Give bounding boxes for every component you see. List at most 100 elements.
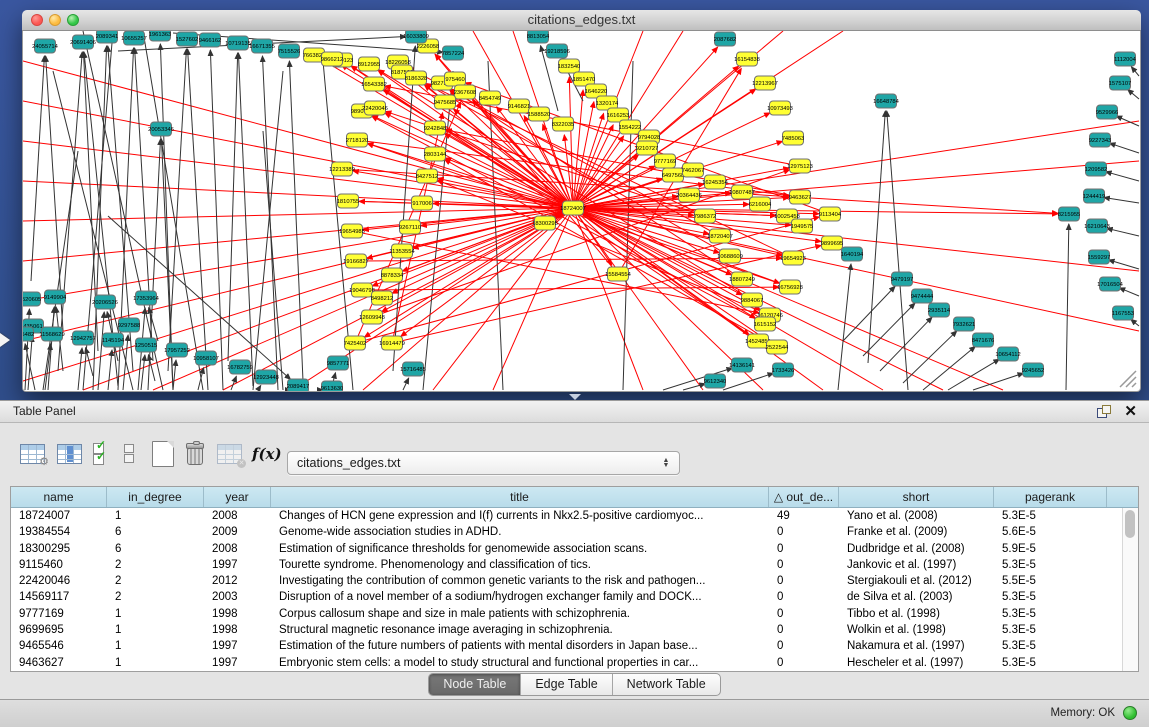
graph-node[interactable]: 10719135	[225, 36, 251, 50]
graph-node[interactable]: 1209582	[1085, 162, 1108, 176]
table-cell[interactable]: 6	[107, 541, 204, 557]
graph-node[interactable]: 7425402	[344, 336, 367, 350]
graph-node[interactable]: 7462067	[682, 163, 705, 177]
graph-node[interactable]: 17353964	[133, 291, 160, 305]
new-column-icon[interactable]	[152, 441, 174, 467]
graph-node[interactable]: 2089417	[287, 379, 310, 391]
graph-node[interactable]: 24055714	[32, 39, 59, 53]
column-header-pagerank[interactable]: pagerank	[994, 487, 1107, 507]
table-cell[interactable]: Estimation of significance thresholds fo…	[271, 541, 769, 557]
graph-node[interactable]: 16648784	[873, 94, 900, 108]
graph-node[interactable]: 9149904	[44, 290, 67, 304]
graph-node[interactable]: 2935114	[928, 303, 951, 317]
graph-node[interactable]: 20691406	[70, 35, 96, 49]
graph-node[interactable]: 9267110	[399, 220, 421, 234]
graph-node[interactable]: 20364436	[676, 188, 702, 202]
table-cell[interactable]: 5.3E-5	[994, 557, 1107, 573]
table-cell[interactable]: 9465546	[11, 638, 107, 654]
table-cell[interactable]: Tourette syndrome. Phenomenology and cla…	[271, 557, 769, 573]
graph-node[interactable]: 2089341	[96, 31, 119, 43]
graph-node[interactable]: 9245652	[1022, 363, 1045, 377]
graph-node[interactable]: 16543382	[361, 77, 387, 91]
graph-node[interactable]: 8878334	[381, 268, 404, 282]
graph-node[interactable]: 9613630	[321, 381, 344, 391]
network-canvas[interactable]: 1872400786601238912955182260582226058818…	[23, 31, 1140, 391]
graph-node[interactable]: 8813054	[527, 31, 550, 43]
graph-node[interactable]: 7515526	[278, 44, 301, 58]
table-cell[interactable]: 14569117	[11, 589, 107, 605]
graph-node[interactable]: 1250515	[135, 338, 158, 352]
table-cell[interactable]: 5.3E-5	[994, 622, 1107, 638]
table-cell[interactable]: Estimation of the future numbers of pati…	[271, 638, 769, 654]
graph-node[interactable]: 18720407	[707, 229, 733, 243]
table-cell[interactable]: 1997	[204, 638, 271, 654]
graph-node[interactable]: 7932621	[953, 317, 976, 331]
table-cell[interactable]: 5.3E-5	[994, 655, 1107, 671]
table-row[interactable]: 1938455462009Genome-wide association stu…	[11, 524, 1138, 540]
column-header-year[interactable]: year	[204, 487, 271, 507]
table-cell[interactable]: 0	[769, 622, 839, 638]
graph-node[interactable]: 2087682	[714, 32, 737, 46]
graph-node[interactable]: 6216004	[749, 197, 772, 211]
table-cell[interactable]: Franke et al. (2009)	[839, 524, 994, 540]
graph-node[interactable]: 10655257	[121, 31, 147, 45]
graph-node[interactable]: 14136141	[729, 358, 755, 372]
table-row[interactable]: 1830029562008Estimation of significance …	[11, 541, 1138, 557]
graph-node[interactable]: 1961363	[149, 31, 172, 41]
row-mode-icon[interactable]	[124, 443, 135, 465]
table-cell[interactable]: 2012	[204, 573, 271, 589]
graph-node[interactable]: 8427512	[416, 169, 439, 183]
table-cell[interactable]: Wolkin et al. (1998)	[839, 622, 994, 638]
graph-node[interactable]: 9210727	[636, 141, 659, 155]
table-cell[interactable]: 2009	[204, 524, 271, 540]
table-cell[interactable]: 1	[107, 622, 204, 638]
table-cell[interactable]: Corpus callosum shape and size in male p…	[271, 606, 769, 622]
graph-node[interactable]: 17957252	[164, 343, 190, 357]
table-cell[interactable]: 9115460	[11, 557, 107, 573]
table-cell[interactable]: 5.3E-5	[994, 638, 1107, 654]
graph-node[interactable]: 1575107	[1109, 76, 1132, 90]
table-cell[interactable]: 0	[769, 557, 839, 573]
graph-node[interactable]: 8215955	[1058, 207, 1081, 221]
table-cell[interactable]: 5.6E-5	[994, 524, 1107, 540]
graph-node[interactable]: 9227343	[1089, 133, 1112, 147]
graph-node[interactable]: 9466162	[199, 33, 222, 47]
graph-node[interactable]: 10688609	[717, 249, 743, 263]
table-cell[interactable]: Investigating the contribution of common…	[271, 573, 769, 589]
graph-node[interactable]: 12609948	[359, 310, 385, 324]
graph-node[interactable]: 9146821	[508, 99, 531, 113]
table-cell[interactable]: Tibbo et al. (1998)	[839, 606, 994, 622]
table-row[interactable]: 946554611997Estimation of the future num…	[11, 638, 1138, 654]
table-cell[interactable]: 49	[769, 508, 839, 524]
column-header-short[interactable]: short	[839, 487, 994, 507]
graph-node[interactable]: 11353554	[389, 244, 415, 258]
graph-node[interactable]: 9479197	[891, 272, 914, 286]
graph-node[interactable]: 18724007	[560, 201, 586, 215]
resize-grip[interactable]	[1116, 367, 1138, 389]
graph-node[interactable]: 975460	[445, 72, 466, 86]
graph-node[interactable]: 1554222	[619, 120, 642, 134]
table-cell[interactable]: 0	[769, 524, 839, 540]
graph-node[interactable]: 1112004	[1114, 52, 1136, 66]
graph-node[interactable]: 7857224	[442, 46, 465, 60]
graph-node[interactable]: 9884067	[741, 293, 764, 307]
graph-node[interactable]: 12975123	[787, 159, 813, 173]
table-cell[interactable]: 19384554	[11, 524, 107, 540]
graph-node[interactable]: 8454749	[479, 91, 502, 105]
table-cell[interactable]: 1	[107, 655, 204, 671]
graph-node[interactable]: 9474444	[911, 289, 934, 303]
table-cell[interactable]: Yano et al. (2008)	[839, 508, 994, 524]
graph-node[interactable]: 12213967	[752, 76, 778, 90]
graph-node[interactable]: 1244419	[1083, 189, 1106, 203]
table-cell[interactable]: Stergiakouli et al. (2012)	[839, 573, 994, 589]
graph-node[interactable]: 1615152	[754, 317, 777, 331]
table-cell[interactable]: Nakamura et al. (1997)	[839, 638, 994, 654]
graph-node[interactable]: 7485063	[782, 131, 805, 145]
table-cell[interactable]: 6	[107, 524, 204, 540]
graph-node[interactable]: 1167553	[1112, 306, 1134, 320]
table-cell[interactable]: 0	[769, 541, 839, 557]
table-cell[interactable]: 2	[107, 573, 204, 589]
column-header-in_degree[interactable]: in_degree	[107, 487, 204, 507]
graph-node[interactable]: 1527602	[176, 32, 199, 46]
graph-node[interactable]: 9475685	[434, 95, 457, 109]
